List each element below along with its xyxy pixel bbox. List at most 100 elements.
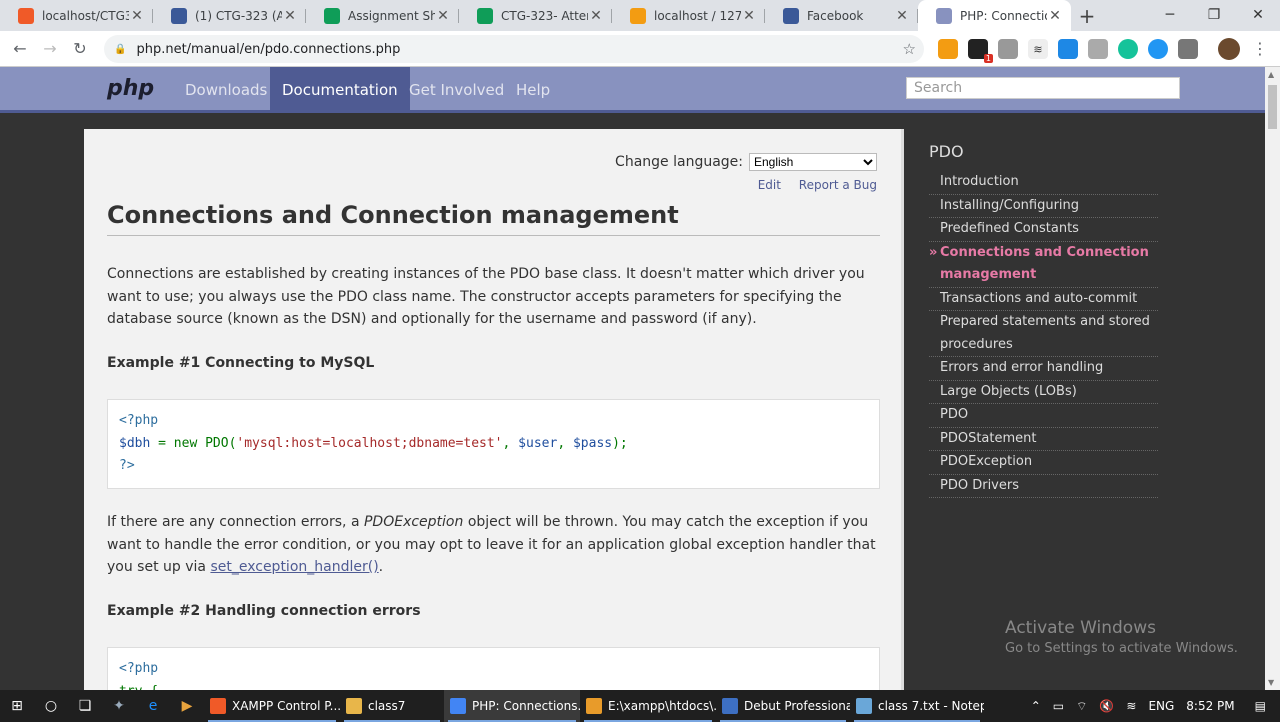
input-language[interactable]: ENG: [1148, 699, 1174, 713]
browser-tab[interactable]: CTG-323- Attende✕: [459, 0, 612, 31]
grammarly-icon[interactable]: [1118, 39, 1138, 59]
code-line: <?php: [119, 413, 159, 428]
app-icon: [586, 698, 602, 714]
taskbar-app[interactable]: class7: [340, 690, 444, 722]
taskbar-app[interactable]: PHP: Connections...: [444, 690, 580, 722]
close-tab-icon[interactable]: ✕: [435, 8, 451, 24]
sidebar-item[interactable]: Connections and Connection management: [929, 242, 1158, 288]
extension-icon[interactable]: ≋: [1028, 39, 1048, 59]
activate-windows-watermark: Activate Windows Go to Settings to activ…: [1005, 618, 1238, 656]
battery-icon[interactable]: ▭: [1053, 699, 1064, 713]
set-exception-handler-link[interactable]: set_exception_handler(): [210, 559, 378, 575]
taskbar-app[interactable]: Debut Professiona...: [716, 690, 850, 722]
sidebar-item[interactable]: PDO Drivers: [929, 475, 1158, 498]
taskbar-app-label: class7: [368, 699, 406, 713]
browser-tab[interactable]: PHP: Connections✕: [918, 0, 1071, 31]
url-bar[interactable]: 🔒 php.net/manual/en/pdo.connections.php …: [104, 35, 924, 63]
tab-strip: localhost/CTG323/✕(1) CTG-323 (Adva✕Assi…: [0, 0, 1071, 31]
close-tab-icon[interactable]: ✕: [282, 8, 298, 24]
forward-icon[interactable]: →: [35, 39, 65, 58]
scroll-down-icon[interactable]: ▼: [1268, 678, 1274, 687]
task-view-icon[interactable]: ❏: [68, 690, 102, 722]
edge-icon[interactable]: e: [136, 690, 170, 722]
sidebar-item[interactable]: PDOException: [929, 451, 1158, 475]
site-search-input[interactable]: Search: [906, 77, 1180, 99]
language-select[interactable]: English: [749, 153, 877, 171]
php-favicon-icon: [936, 7, 952, 24]
new-tab-button[interactable]: +: [1071, 0, 1103, 31]
code-line: $dbh = new PDO('mysql:host=localhost;dbn…: [119, 435, 628, 451]
close-tab-icon[interactable]: ✕: [129, 8, 145, 24]
tab-title: (1) CTG-323 (Adva: [195, 8, 282, 23]
browser-tab[interactable]: localhost/CTG323/✕: [0, 0, 153, 31]
volume-muted-icon[interactable]: 🔇: [1099, 699, 1114, 713]
facebook-extension-icon[interactable]: [1178, 39, 1198, 59]
back-icon[interactable]: ←: [5, 39, 35, 58]
browser-tab[interactable]: Assignment Sheet✕: [306, 0, 459, 31]
lock-icon[interactable]: 🔒: [114, 44, 126, 55]
scroll-up-icon[interactable]: ▲: [1268, 70, 1274, 79]
close-tab-icon[interactable]: ✕: [741, 8, 757, 24]
pinned-app-icon[interactable]: ✦: [102, 690, 136, 722]
scrollbar-thumb[interactable]: [1268, 85, 1277, 129]
extension-icon[interactable]: 1: [968, 39, 993, 63]
windows-start-icon[interactable]: ⊞: [0, 690, 34, 722]
maximize-button[interactable]: ❐: [1192, 0, 1236, 30]
browser-tab[interactable]: (1) CTG-323 (Adva✕: [153, 0, 306, 31]
close-tab-icon[interactable]: ✕: [894, 8, 910, 24]
page-scrollbar[interactable]: ▲ ▼: [1265, 67, 1280, 690]
sidebar-item[interactable]: PDO: [929, 404, 1158, 428]
extension-icon[interactable]: [1058, 39, 1078, 59]
tray-chevron-icon[interactable]: ⌃: [1031, 699, 1041, 713]
tab-title: CTG-323- Attende: [501, 8, 588, 23]
phpmyadmin-favicon-icon: [630, 7, 646, 24]
close-tab-icon[interactable]: ✕: [588, 8, 604, 24]
sidebar-item[interactable]: PDOStatement: [929, 428, 1158, 451]
sidebar-item[interactable]: Predefined Constants: [929, 218, 1158, 242]
reload-icon[interactable]: ↻: [65, 39, 95, 58]
sidebar-item[interactable]: Large Objects (LOBs): [929, 381, 1158, 404]
mail-extension-icon[interactable]: [1088, 39, 1108, 59]
sidebar-item[interactable]: Installing/Configuring: [929, 195, 1158, 218]
taskbar-app[interactable]: E:\xampp\htdocs\...: [580, 690, 716, 722]
edit-link[interactable]: Edit: [758, 178, 781, 192]
notifications-icon[interactable]: ▤: [1255, 699, 1266, 713]
nav-help[interactable]: Help: [516, 67, 550, 113]
browser-menu-icon[interactable]: ⋮: [1252, 39, 1268, 58]
extension-icon[interactable]: [1148, 39, 1168, 59]
nav-get-involved[interactable]: Get Involved: [409, 67, 504, 113]
profile-avatar[interactable]: [1218, 38, 1240, 60]
clock[interactable]: 8:52 PM: [1186, 699, 1234, 713]
camera-extension-icon[interactable]: [998, 39, 1018, 59]
browser-tab[interactable]: localhost / 127.0.0✕: [612, 0, 765, 31]
wifi-icon[interactable]: ≋: [1126, 699, 1136, 713]
code-line: try {: [119, 681, 868, 691]
sidebar-item[interactable]: Introduction: [929, 171, 1158, 195]
search-icon[interactable]: ○: [34, 690, 68, 722]
php-logo[interactable]: php: [107, 76, 154, 101]
nav-downloads[interactable]: Downloads: [185, 67, 267, 113]
close-window-button[interactable]: ✕: [1236, 0, 1280, 30]
media-player-icon[interactable]: ▶: [170, 690, 204, 722]
sidebar-item[interactable]: Transactions and auto-commit: [929, 288, 1158, 311]
sidebar-item[interactable]: Prepared statements and stored procedure…: [929, 311, 1158, 357]
main-content: Change language: English Edit Report a B…: [84, 129, 904, 690]
extension-badge: 1: [983, 54, 993, 63]
bookmark-star-icon[interactable]: ☆: [903, 40, 916, 58]
network-icon[interactable]: ⌔: [1076, 699, 1087, 714]
extension-icon[interactable]: [938, 39, 958, 59]
browser-tab[interactable]: Facebook ✕: [765, 0, 918, 31]
url-text: php.net/manual/en/pdo.connections.php: [136, 41, 401, 57]
code-line: ?>: [119, 458, 135, 473]
taskbar-app[interactable]: XAMPP Control P...: [204, 690, 340, 722]
close-tab-icon[interactable]: ✕: [1047, 8, 1063, 24]
watermark-title: Activate Windows: [1005, 618, 1156, 638]
sidebar-item[interactable]: Errors and error handling: [929, 357, 1158, 381]
example-2-title: Example #2 Handling connection errors: [107, 603, 421, 619]
sidebar-title[interactable]: PDO: [929, 142, 964, 161]
facebook-favicon-icon: [171, 7, 187, 24]
minimize-button[interactable]: ─: [1148, 0, 1192, 30]
nav-documentation[interactable]: Documentation: [270, 67, 410, 113]
report-bug-link[interactable]: Report a Bug: [799, 178, 877, 192]
taskbar-app[interactable]: class 7.txt - Notep...: [850, 690, 984, 722]
